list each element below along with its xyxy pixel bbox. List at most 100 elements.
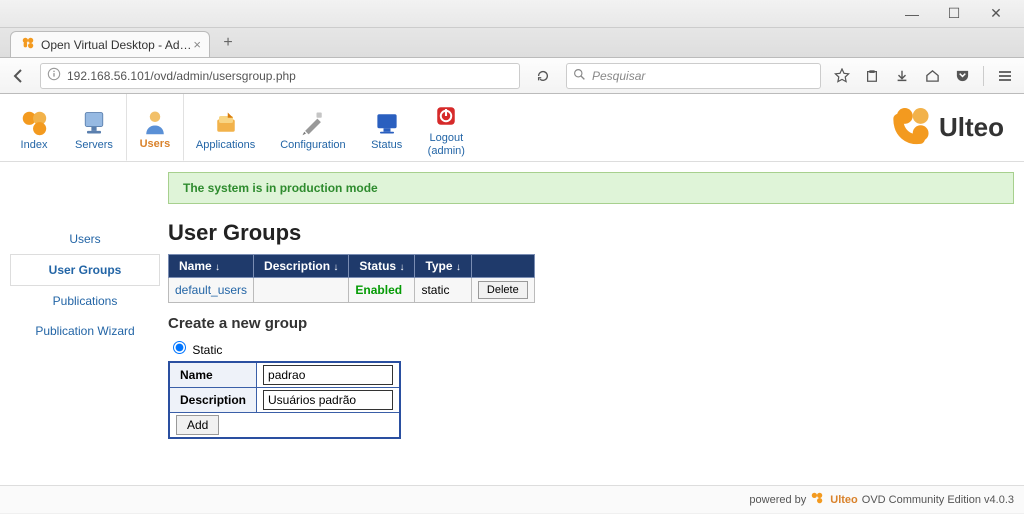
description-input[interactable] bbox=[263, 390, 393, 410]
home-button[interactable] bbox=[919, 63, 945, 89]
index-icon bbox=[18, 105, 50, 141]
toolbar-configuration[interactable]: Configuration bbox=[268, 94, 358, 161]
minimize-button[interactable]: — bbox=[892, 3, 932, 25]
brand: Ulteo bbox=[889, 94, 1014, 161]
footer: powered by Ulteo OVD Community Edition v… bbox=[0, 485, 1024, 513]
pocket-button[interactable] bbox=[949, 63, 975, 89]
cell-type: static bbox=[415, 278, 471, 303]
col-action bbox=[471, 255, 534, 278]
toolbar-servers-label: Servers bbox=[75, 139, 113, 151]
browser-nav-bar: 192.168.56.101/ovd/admin/usersgroup.php … bbox=[0, 58, 1024, 94]
configuration-icon bbox=[297, 105, 329, 141]
browser-tab[interactable]: Open Virtual Desktop - Ad… × bbox=[10, 31, 210, 57]
brand-text: Ulteo bbox=[939, 112, 1004, 143]
left-column: Users User Groups Publications Publicati… bbox=[10, 224, 160, 439]
main-column: The system is in production mode User Gr… bbox=[168, 172, 1014, 439]
col-type[interactable]: Type ↓ bbox=[415, 255, 471, 278]
back-button[interactable] bbox=[6, 63, 32, 89]
url-text: 192.168.56.101/ovd/admin/usersgroup.php bbox=[67, 69, 513, 83]
menu-button[interactable] bbox=[992, 63, 1018, 89]
pocket-icon bbox=[955, 68, 970, 83]
toolbar-index-label: Index bbox=[21, 139, 48, 151]
col-name[interactable]: Name ↓ bbox=[169, 255, 254, 278]
toolbar-servers[interactable]: Servers bbox=[63, 94, 126, 161]
leftnav-publications[interactable]: Publications bbox=[10, 286, 160, 316]
ulteo-favicon-icon bbox=[21, 36, 35, 53]
ulteo-logo-icon bbox=[889, 103, 935, 152]
sort-icon: ↓ bbox=[399, 262, 404, 273]
sort-icon: ↓ bbox=[456, 262, 461, 273]
toolbar-status-label: Status bbox=[371, 139, 402, 151]
leftnav-usergroups[interactable]: User Groups bbox=[10, 254, 160, 286]
toolbar-index[interactable]: Index bbox=[6, 94, 63, 161]
sort-icon: ↓ bbox=[215, 262, 220, 273]
clipboard-icon bbox=[865, 69, 879, 83]
download-icon bbox=[895, 69, 909, 83]
cell-status: Enabled bbox=[349, 278, 415, 303]
home-icon bbox=[925, 68, 940, 83]
window-titlebar: — ☐ ✕ bbox=[0, 0, 1024, 28]
toolbar-users[interactable]: Users bbox=[126, 94, 184, 161]
app-toolbar: Index Servers Users Applications Configu… bbox=[0, 94, 1024, 162]
add-button[interactable]: Add bbox=[176, 415, 219, 435]
hamburger-icon bbox=[997, 68, 1013, 84]
close-window-button[interactable]: ✕ bbox=[976, 3, 1016, 25]
toolbar-logout-label: Logout (admin) bbox=[428, 132, 465, 156]
browser-tab-title: Open Virtual Desktop - Ad… bbox=[41, 38, 192, 52]
toolbar-applications[interactable]: Applications bbox=[184, 94, 268, 161]
delete-button[interactable]: Delete bbox=[478, 281, 528, 299]
production-notice: The system is in production mode bbox=[168, 172, 1014, 204]
users-icon bbox=[139, 104, 171, 140]
body-wrap: Users User Groups Publications Publicati… bbox=[0, 162, 1024, 439]
bookmark-button[interactable] bbox=[829, 63, 855, 89]
page-title: User Groups bbox=[168, 220, 1014, 246]
star-icon bbox=[834, 68, 850, 84]
separator bbox=[983, 66, 984, 86]
footer-suffix: OVD Community Edition v4.0.3 bbox=[862, 494, 1014, 506]
arrow-left-icon bbox=[11, 68, 27, 84]
radio-static-label[interactable]: Static bbox=[168, 343, 222, 357]
page-content: Index Servers Users Applications Configu… bbox=[0, 94, 1024, 485]
browser-tabstrip: Open Virtual Desktop - Ad… × + bbox=[0, 28, 1024, 58]
applications-icon bbox=[210, 105, 242, 141]
url-box[interactable]: 192.168.56.101/ovd/admin/usersgroup.php bbox=[40, 63, 520, 89]
description-label: Description bbox=[169, 388, 257, 413]
toolbar-status[interactable]: Status bbox=[359, 94, 416, 161]
new-tab-button[interactable]: + bbox=[216, 31, 240, 55]
left-nav: Users User Groups Publications Publicati… bbox=[10, 224, 160, 346]
table-row: default_users Enabled static Delete bbox=[169, 278, 535, 303]
maximize-button[interactable]: ☐ bbox=[934, 3, 974, 25]
footer-brand[interactable]: Ulteo bbox=[830, 494, 858, 506]
toolbar-logout[interactable]: Logout (admin) bbox=[416, 94, 478, 161]
servers-icon bbox=[78, 105, 110, 141]
reload-icon bbox=[536, 69, 550, 83]
library-button[interactable] bbox=[859, 63, 885, 89]
leftnav-publication-wizard[interactable]: Publication Wizard bbox=[10, 316, 160, 346]
reload-button[interactable] bbox=[530, 63, 556, 89]
ulteo-footer-icon bbox=[810, 491, 824, 508]
sort-icon: ↓ bbox=[333, 262, 338, 273]
create-title: Create a new group bbox=[168, 315, 1014, 332]
radio-static[interactable] bbox=[173, 341, 186, 354]
search-box[interactable]: Pesquisar bbox=[566, 63, 821, 89]
name-input[interactable] bbox=[263, 365, 393, 385]
search-icon bbox=[573, 68, 586, 84]
cell-description bbox=[254, 278, 349, 303]
logout-icon bbox=[430, 98, 462, 134]
name-label: Name bbox=[169, 362, 257, 388]
create-form-table: Name Description Add bbox=[168, 361, 401, 439]
create-form: Static Name Description Add bbox=[168, 338, 1014, 439]
info-icon bbox=[47, 67, 61, 84]
close-tab-button[interactable]: × bbox=[193, 37, 201, 52]
status-icon bbox=[371, 105, 403, 141]
download-button[interactable] bbox=[889, 63, 915, 89]
toolbar-applications-label: Applications bbox=[196, 139, 255, 151]
toolbar-configuration-label: Configuration bbox=[280, 139, 345, 151]
radio-static-text: Static bbox=[192, 343, 222, 357]
col-status[interactable]: Status ↓ bbox=[349, 255, 415, 278]
browser-right-icons bbox=[829, 63, 1018, 89]
usergroups-table: Name ↓ Description ↓ Status ↓ Type ↓ def… bbox=[168, 254, 535, 303]
col-description[interactable]: Description ↓ bbox=[254, 255, 349, 278]
leftnav-users[interactable]: Users bbox=[10, 224, 160, 254]
cell-name[interactable]: default_users bbox=[169, 278, 254, 303]
